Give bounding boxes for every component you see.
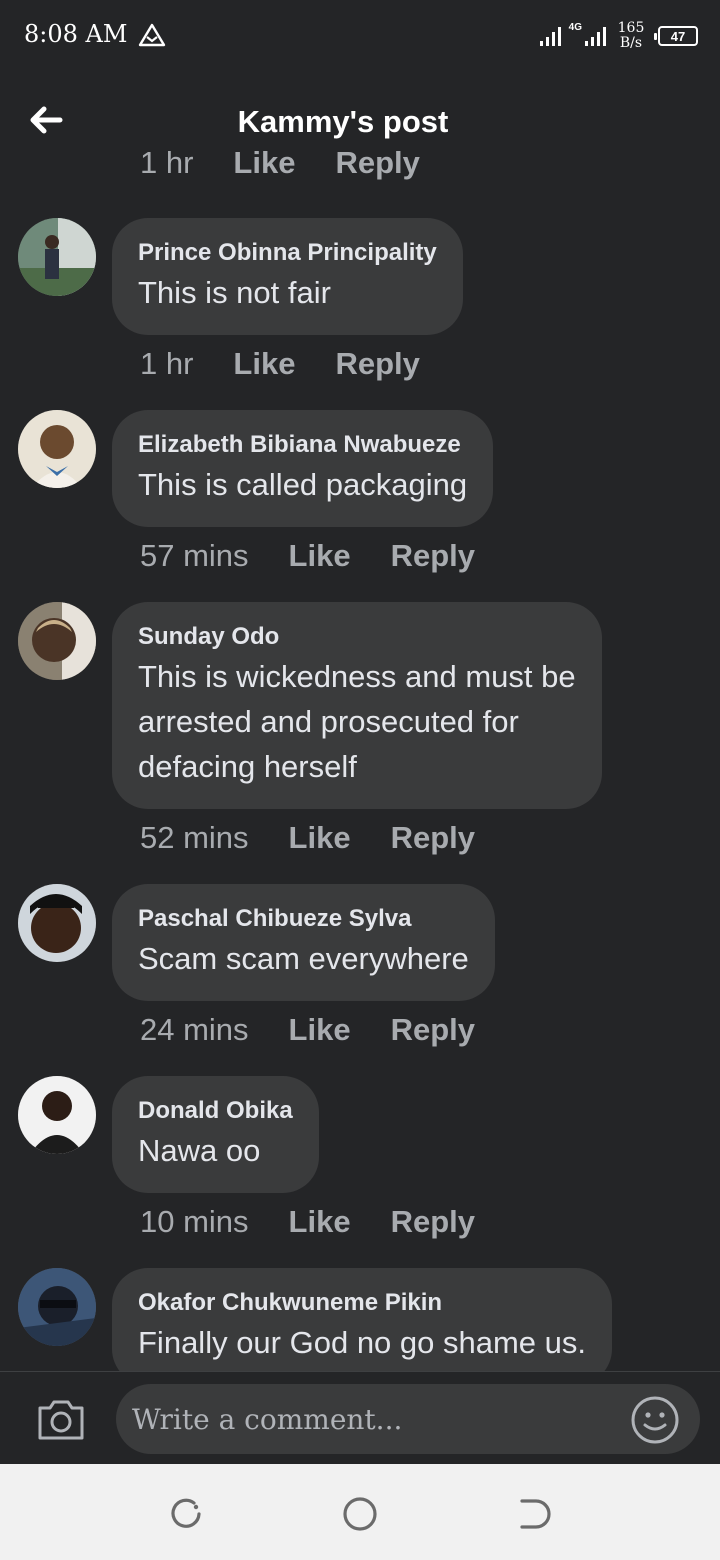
signal-icon [585,27,606,46]
reply-button[interactable]: Reply [391,820,475,856]
recent-apps-icon[interactable] [166,1494,206,1534]
system-nav-bar [0,1464,720,1560]
network-type: 4G [568,22,582,33]
reply-button[interactable]: Reply [391,1012,475,1048]
comment-bubble[interactable]: Okafor Chukwuneme Pikin Finally our God … [112,1268,613,1372]
comment-author[interactable]: Paschal Chibueze Sylva [138,904,469,934]
comment-time: 57 mins [140,538,249,573]
like-button[interactable]: Like [289,538,351,574]
page-title: Kammy's post [237,104,449,139]
like-button[interactable]: Like [233,150,295,181]
comment-bubble[interactable]: Paschal Chibueze Sylva Scam scam everywh… [112,884,495,1001]
comment-time: 52 mins [140,820,249,855]
signal-icon [539,27,561,46]
reply-button[interactable]: Reply [391,538,475,574]
comment-text: Finally our God no go shame us. [138,1325,587,1360]
comment-meta: 52 mins Like Reply [140,820,515,856]
battery-level: 47 [670,28,686,44]
like-button[interactable]: Like [289,1012,351,1048]
comment-bubble[interactable]: Prince Obinna Principality This is not f… [112,218,463,335]
camera-icon[interactable] [36,1396,86,1442]
like-button[interactable]: Like [233,346,295,382]
comment-author[interactable]: Sunday Odo [138,622,576,652]
avatar[interactable] [18,1268,96,1346]
comment-text: Scam scam everywhere [138,941,469,976]
back-icon[interactable] [514,1494,554,1534]
avatar[interactable] [18,410,96,488]
alert-triangle-icon [138,23,166,47]
comment-time: 1 hr [140,150,194,180]
comment-time: 24 mins [140,1012,249,1047]
home-icon[interactable] [340,1494,380,1534]
network-speed: 165 B/s [614,21,648,51]
comment-input[interactable] [116,1384,700,1454]
comment-composer [0,1371,720,1463]
comment-meta: 57 mins Like Reply [140,538,515,574]
speed-unit: B/s [619,35,643,51]
status-bar: 8:08 AM 4G 165 B/s 47 [0,0,720,72]
reply-button[interactable]: Reply [391,1204,475,1240]
avatar[interactable] [18,602,96,680]
like-button[interactable]: Like [289,820,351,856]
comment-text-line: defacing herself [138,749,357,784]
comment-meta: 1 hr Like Reply [140,346,460,382]
comment-text: Nawa oo [138,1133,261,1168]
avatar[interactable] [18,218,96,296]
comment-bubble[interactable]: Elizabeth Bibiana Nwabueze This is calle… [112,410,494,527]
comment-meta: 10 mins Like Reply [140,1204,515,1240]
comments-list: 1 hr Like Reply Prince Obinna Principali… [0,150,720,1372]
comment-meta: 1 hr Like Reply [140,150,460,181]
avatar[interactable] [18,884,96,962]
comment-text: This is called packaging [138,467,468,502]
like-button[interactable]: Like [289,1204,351,1240]
comment-bubble[interactable]: Sunday Odo This is wickedness and must b… [112,602,602,809]
comment-bubble[interactable]: Donald Obika Nawa oo [112,1076,319,1193]
comment-time: 1 hr [140,346,194,381]
reply-button[interactable]: Reply [335,150,419,181]
comment-time: 10 mins [140,1204,249,1239]
comment-author[interactable]: Elizabeth Bibiana Nwabueze [138,430,467,460]
comment-author[interactable]: Prince Obinna Principality [138,238,437,268]
comment-author[interactable]: Okafor Chukwuneme Pikin [138,1288,586,1318]
comment-text-line: arrested and prosecuted for [138,704,519,739]
emoji-icon[interactable] [630,1395,680,1445]
speed-value: 165 [617,20,645,36]
comment-text-line: This is wickedness and must be [138,659,576,694]
battery-icon: 47 [654,26,698,46]
comment-meta: 24 mins Like Reply [140,1012,515,1048]
avatar[interactable] [18,1076,96,1154]
reply-button[interactable]: Reply [335,346,419,382]
status-time: 8:08 AM [24,20,128,48]
comment-author[interactable]: Donald Obika [138,1096,293,1126]
comment-text: This is not fair [138,275,331,310]
status-icons: 4G 165 B/s 47 [539,18,698,54]
